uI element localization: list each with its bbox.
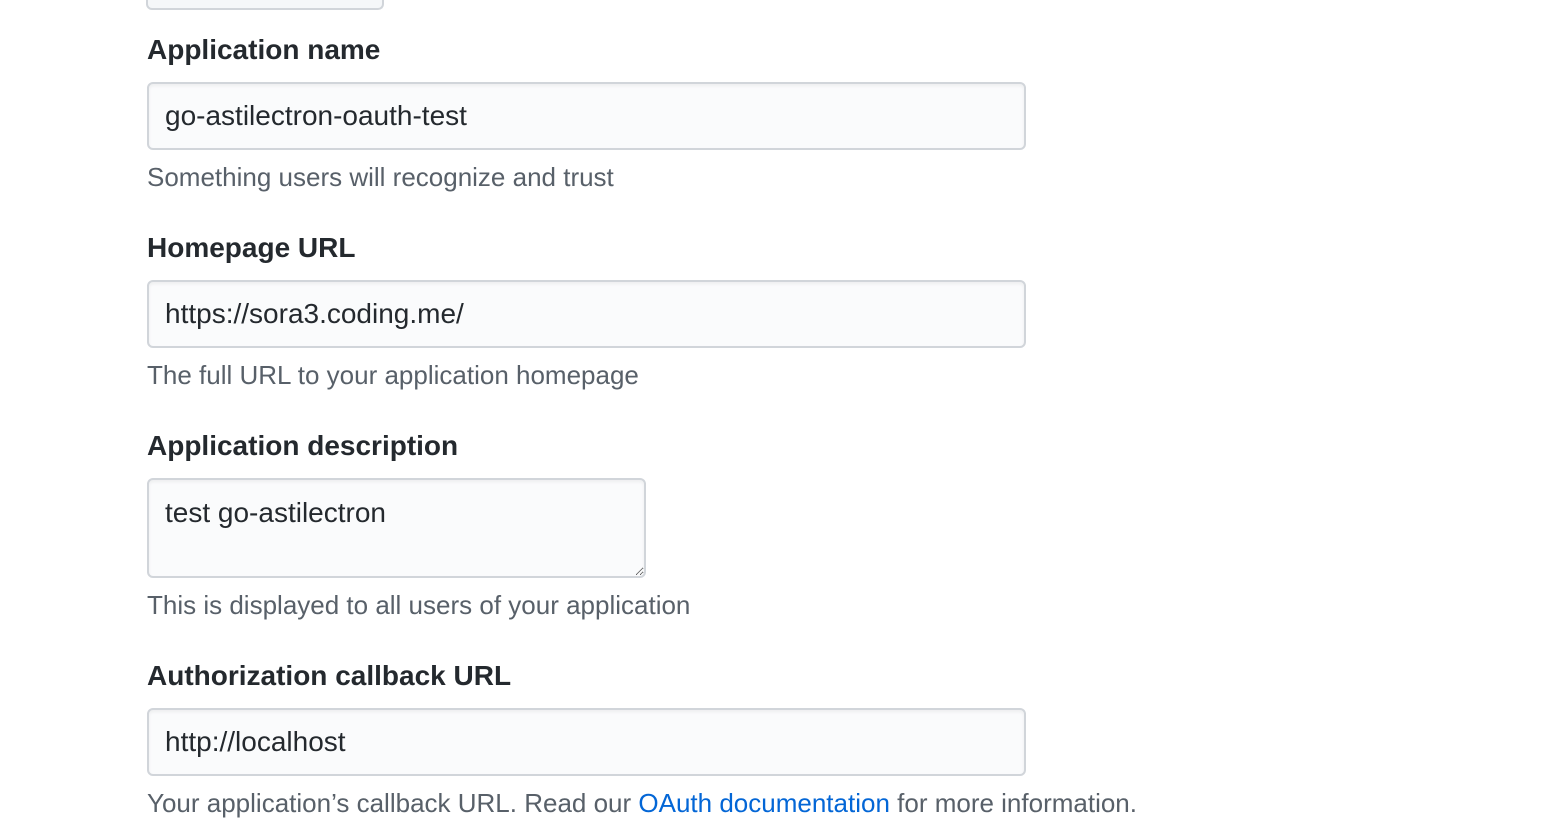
field-group-homepage: Homepage URL The full URL to your applic…: [147, 231, 1026, 390]
description-textarea[interactable]: test go-astilectron: [147, 478, 646, 578]
oauth-app-form: Application name Something users will re…: [0, 0, 1562, 818]
field-group-description: Application description test go-astilect…: [147, 429, 690, 620]
field-group-callback: Authorization callback URL Your applicat…: [147, 659, 1137, 818]
callback-note-suffix: for more information.: [889, 788, 1137, 818]
app-name-input[interactable]: [147, 82, 1026, 150]
callback-note: Your application’s callback URL. Read ou…: [147, 787, 1137, 818]
field-group-app-name: Application name Something users will re…: [147, 33, 1026, 192]
description-note: This is displayed to all users of your a…: [147, 590, 691, 620]
description-label: Application description: [147, 430, 459, 461]
callback-note-prefix: Your application’s callback URL. Read ou…: [147, 788, 639, 818]
oauth-documentation-link[interactable]: OAuth documentation: [638, 788, 890, 818]
app-name-label: Application name: [147, 34, 381, 65]
app-name-note: Something users will recognize and trust: [147, 162, 614, 192]
homepage-note: The full URL to your application homepag…: [147, 360, 639, 390]
previous-control-edge: [146, 0, 384, 10]
homepage-label: Homepage URL: [147, 232, 356, 263]
callback-label: Authorization callback URL: [147, 660, 512, 691]
homepage-url-input[interactable]: [147, 280, 1026, 348]
callback-url-input[interactable]: [147, 708, 1026, 776]
